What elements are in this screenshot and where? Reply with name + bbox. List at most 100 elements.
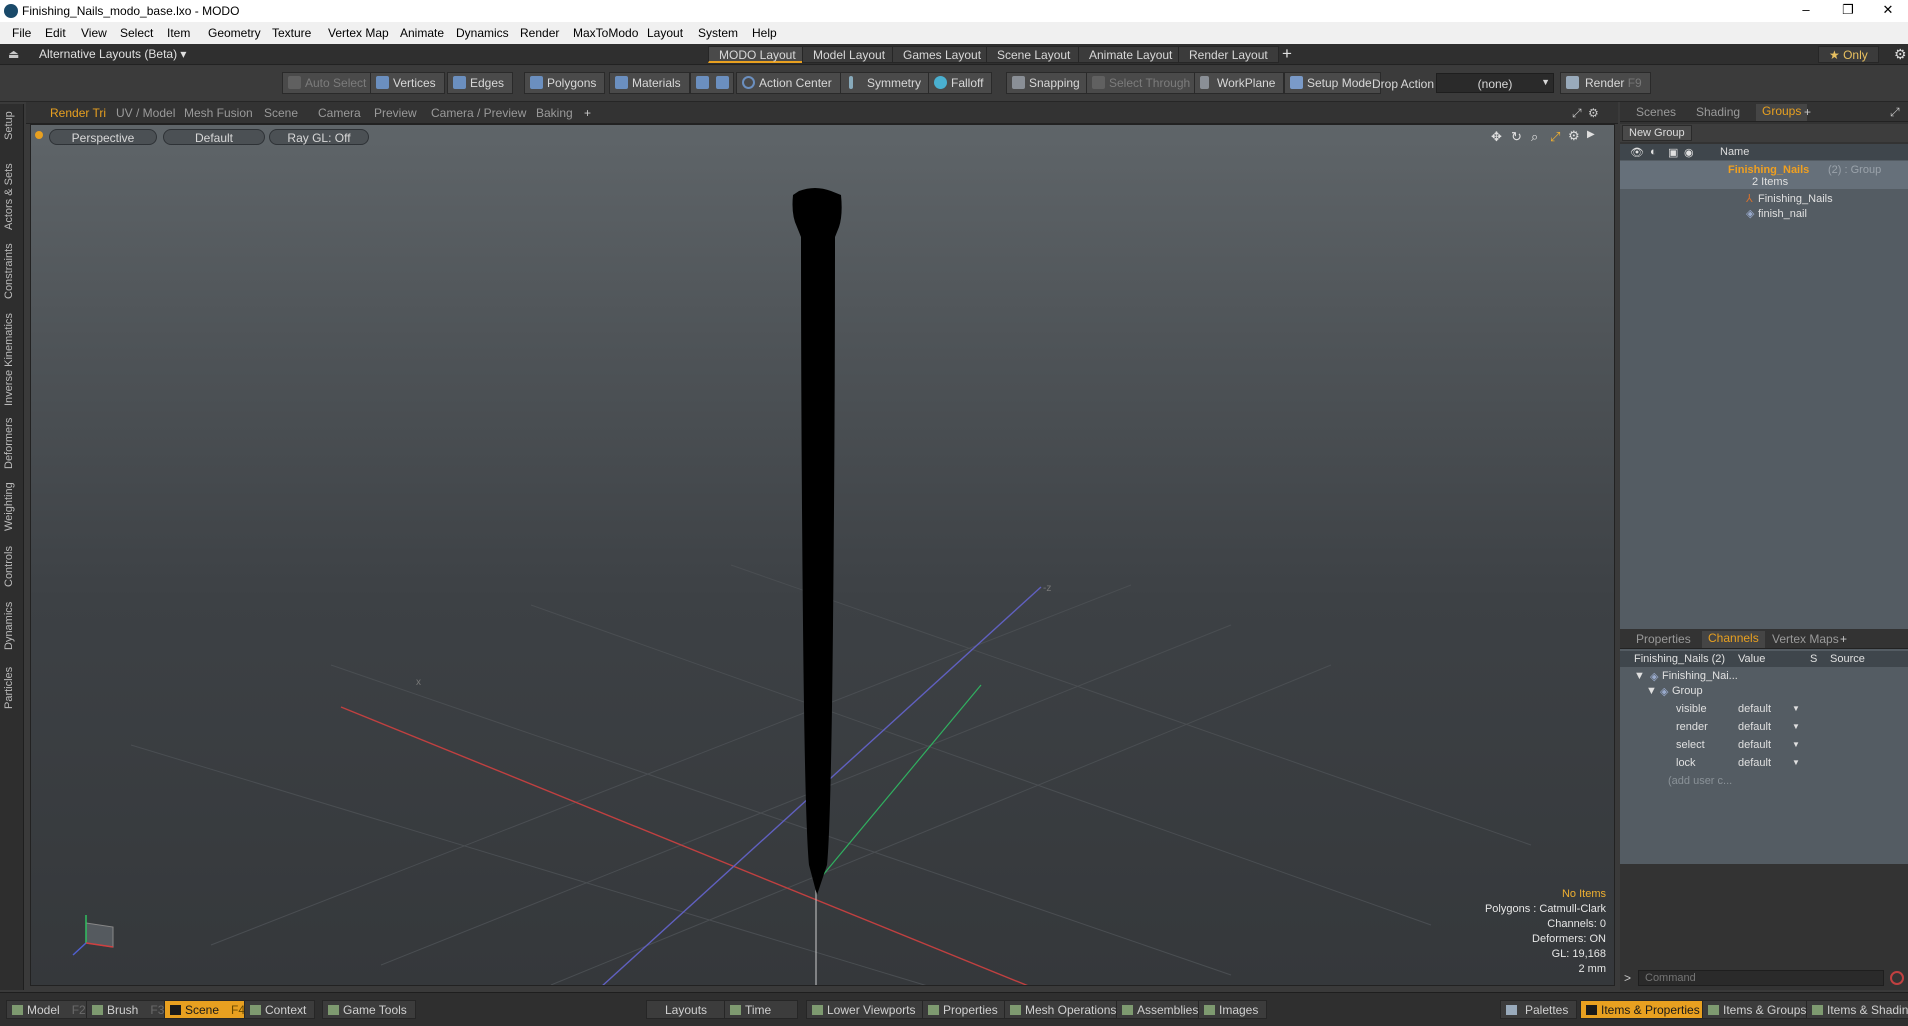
menu-render[interactable]: Render — [520, 26, 559, 40]
add-user-channel[interactable]: (add user c... — [1668, 775, 1732, 787]
tab-vertex-maps[interactable]: Vertex Maps — [1772, 632, 1839, 646]
vtab-actors-sets[interactable]: Actors & Sets — [3, 160, 21, 234]
render-column-icon[interactable]: ◐ — [1650, 146, 1657, 158]
channel-value-select[interactable]: default — [1738, 721, 1771, 733]
tab-model-layout[interactable]: Model Layout — [802, 46, 897, 63]
add-panel-tab-button[interactable]: + — [1804, 105, 1811, 119]
tab-shading[interactable]: Shading — [1696, 105, 1740, 119]
game-tools-button[interactable]: Game Tools — [322, 1000, 416, 1019]
alternative-layouts-dropdown[interactable]: Alternative Layouts (Beta) ▾ — [39, 47, 186, 61]
menu-edit[interactable]: Edit — [45, 26, 66, 40]
chevron-down-icon[interactable]: ▼ — [1792, 758, 1800, 767]
setup-mode-button[interactable]: Setup Mode — [1284, 72, 1381, 94]
collapse-arrow-icon[interactable]: ▼ — [1646, 685, 1657, 697]
chevron-down-icon[interactable]: ▼ — [1792, 722, 1800, 731]
images-button[interactable]: Images — [1198, 1000, 1268, 1019]
vertices-button[interactable]: Vertices — [370, 72, 445, 94]
restore-button[interactable]: ❐ — [1828, 2, 1868, 20]
panel-expand-icon[interactable]: ⤢ — [1890, 105, 1900, 120]
menu-vertex-map[interactable]: Vertex Map — [328, 26, 389, 40]
tab-mesh-fusion[interactable]: Mesh Fusion — [184, 106, 253, 120]
menu-select[interactable]: Select — [120, 26, 153, 40]
menu-item[interactable]: Item — [167, 26, 190, 40]
drop-action-select[interactable]: (none) ▼ — [1436, 73, 1554, 93]
symmetry-button[interactable]: Symmetry — [840, 72, 930, 94]
lock-column-icon[interactable]: ▣ — [1668, 146, 1678, 159]
menu-animate[interactable]: Animate — [400, 26, 444, 40]
tab-render-tri[interactable]: Render Tri — [50, 106, 106, 120]
tab-camera-preview[interactable]: Camera / Preview — [431, 106, 526, 120]
properties-button[interactable]: Properties — [922, 1000, 1007, 1019]
workplane-button[interactable]: WorkPlane — [1194, 72, 1285, 94]
palettes-button[interactable]: Palettes — [1500, 1000, 1578, 1019]
vtab-constraints[interactable]: Constraints — [3, 240, 21, 302]
only-toggle[interactable]: ★ Only — [1818, 46, 1879, 63]
edges-button[interactable]: Edges — [447, 72, 514, 94]
brush-button[interactable]: Brush F3 — [86, 1000, 174, 1019]
vtab-weighting[interactable]: Weighting — [3, 478, 21, 536]
menu-file[interactable]: File — [12, 26, 31, 40]
channel-value-select[interactable]: default — [1738, 703, 1771, 715]
action-center-button[interactable]: Action Center — [736, 72, 841, 94]
items-groups-button[interactable]: Items & Groups — [1702, 1000, 1816, 1019]
channel-value-select[interactable]: default — [1738, 757, 1771, 769]
render-button[interactable]: Render F9 — [1560, 72, 1651, 94]
layout-settings-gear-icon[interactable]: ⚙ — [1894, 46, 1907, 63]
new-group-button[interactable]: New Group — [1622, 125, 1692, 141]
add-viewport-tab-button[interactable]: + — [584, 106, 591, 120]
tab-properties[interactable]: Properties — [1636, 632, 1691, 646]
tab-baking[interactable]: Baking — [536, 106, 573, 120]
add-props-tab-button[interactable]: + — [1840, 632, 1847, 646]
materials-button[interactable]: Materials — [609, 72, 690, 94]
vtab-inverse-kinematics[interactable]: Inverse Kinematics — [3, 310, 21, 410]
tab-groups[interactable]: Groups — [1756, 104, 1808, 121]
tab-scene[interactable]: Scene — [264, 106, 298, 120]
stop-icon[interactable] — [1890, 971, 1904, 985]
items-shading-button[interactable]: Items & Shading — [1806, 1000, 1908, 1019]
select-through-button[interactable]: Select Through — [1086, 72, 1200, 94]
tab-uv-model[interactable]: UV / Model — [116, 106, 175, 120]
tab-preview[interactable]: Preview — [374, 106, 417, 120]
pin-icon[interactable]: ⏏ — [8, 47, 19, 61]
menu-view[interactable]: View — [81, 26, 107, 40]
add-layout-button[interactable]: + — [1282, 44, 1292, 64]
tab-modo-layout[interactable]: MODO Layout — [708, 46, 807, 63]
tab-scenes[interactable]: Scenes — [1636, 105, 1676, 119]
tab-scene-layout[interactable]: Scene Layout — [986, 46, 1082, 63]
tab-render-layout[interactable]: Render Layout — [1178, 46, 1279, 63]
select-column-icon[interactable]: ◉ — [1684, 146, 1694, 159]
menu-geometry[interactable]: Geometry — [208, 26, 261, 40]
polygons-button[interactable]: Polygons — [524, 72, 606, 94]
finishing-nail-mesh[interactable] — [792, 188, 842, 895]
model-button[interactable]: Model F2 — [6, 1000, 95, 1019]
viewport-settings-gear-icon[interactable]: ⚙ — [1588, 106, 1599, 120]
tree-child-row[interactable]: ⅄ Finishing_Nails — [1620, 191, 1908, 207]
vtab-dynamics[interactable]: Dynamics — [3, 598, 21, 654]
eye-column-icon[interactable]: 👁 — [1630, 146, 1644, 159]
menu-dynamics[interactable]: Dynamics — [456, 26, 509, 40]
tab-animate-layout[interactable]: Animate Layout — [1078, 46, 1184, 63]
mesh-operations-button[interactable]: Mesh Operations — [1004, 1000, 1126, 1019]
assemblies-button[interactable]: Assemblies — [1116, 1000, 1208, 1019]
menu-texture[interactable]: Texture — [272, 26, 311, 40]
chevron-down-icon[interactable]: ▼ — [1792, 740, 1800, 749]
collapse-arrow-icon[interactable]: ▼ — [1634, 670, 1645, 682]
channel-value-select[interactable]: default — [1738, 739, 1771, 751]
items-properties-button[interactable]: Items & Properties — [1580, 1000, 1709, 1019]
vtab-deformers[interactable]: Deformers — [3, 414, 21, 472]
expand-icon[interactable]: ⤢ — [1572, 106, 1582, 121]
tree-child-row[interactable]: ◈ finish_nail — [1620, 206, 1908, 222]
falloff-button[interactable]: Falloff — [928, 72, 993, 94]
group-row-selected[interactable]: Finishing_Nails (2) : Group 2 Items — [1620, 161, 1908, 189]
minimize-button[interactable]: – — [1786, 2, 1826, 20]
lower-viewports-button[interactable]: Lower Viewports — [806, 1000, 925, 1019]
scene-button[interactable]: Scene F4 — [164, 1000, 255, 1019]
vtab-particles[interactable]: Particles — [3, 660, 21, 716]
context-button[interactable]: Context — [244, 1000, 316, 1019]
selection-sets-button[interactable] — [690, 72, 734, 94]
3d-viewport[interactable]: Perspective Default Ray GL: Off ✥ ↻ ⌕ ⤢ … — [30, 124, 1615, 986]
tab-camera[interactable]: Camera — [318, 106, 361, 120]
tab-channels[interactable]: Channels — [1702, 631, 1765, 648]
menu-help[interactable]: Help — [752, 26, 777, 40]
vtab-setup[interactable]: Setup — [3, 108, 21, 144]
